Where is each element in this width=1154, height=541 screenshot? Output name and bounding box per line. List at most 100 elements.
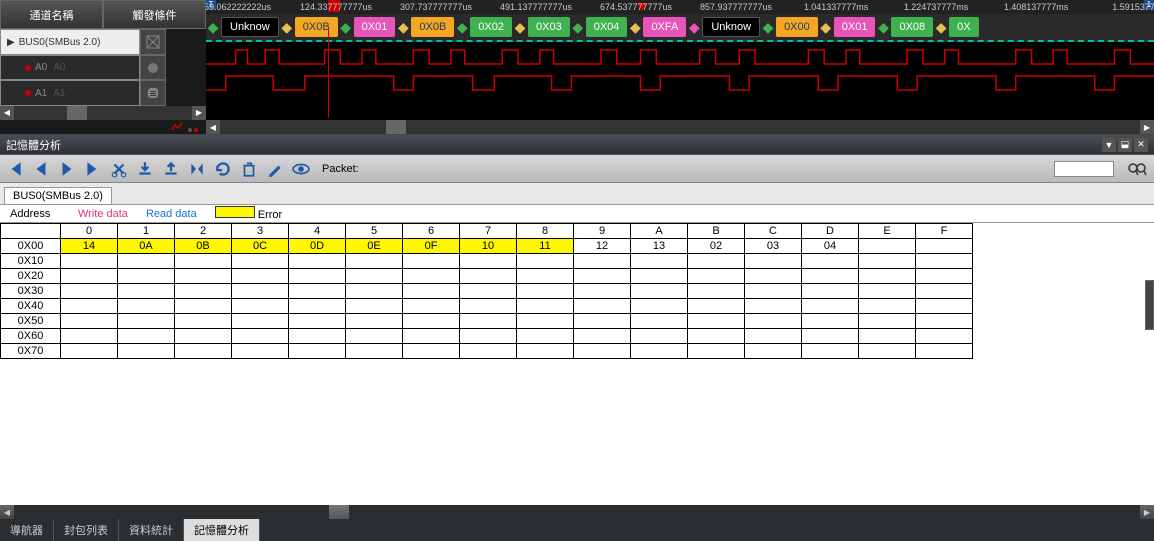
channel-header-trigger[interactable]: 觸發條件 bbox=[103, 0, 206, 29]
protocol-packet[interactable]: 0X04 bbox=[586, 17, 628, 37]
protocol-packet[interactable]: Unknow bbox=[221, 17, 279, 37]
timeline-tick: -59.062222222us bbox=[206, 2, 271, 12]
table-row[interactable]: 0X60 bbox=[1, 329, 973, 344]
protocol-packet[interactable]: 0X08 bbox=[891, 17, 933, 37]
channel-a0-idx: A0 bbox=[53, 62, 65, 73]
scroll-left-icon[interactable]: ◀ bbox=[206, 120, 220, 134]
protocol-packet[interactable]: 0X03 bbox=[528, 17, 570, 37]
last-button[interactable] bbox=[84, 160, 102, 178]
table-row[interactable]: 0X50 bbox=[1, 314, 973, 329]
first-button[interactable] bbox=[6, 160, 24, 178]
scroll-left-icon[interactable]: ◀ bbox=[0, 505, 14, 519]
bottom-tab-0[interactable]: 導航器 bbox=[0, 519, 54, 541]
protocol-decode-row[interactable]: ◆Unknow◆0X0B◆0X01◆0X0B◆0X02◆0X03◆0X04◆0X… bbox=[206, 14, 1154, 42]
panel-dropdown-btn[interactable]: ▼ bbox=[1102, 138, 1116, 152]
edit-button[interactable] bbox=[266, 160, 284, 178]
analysis-toolbar: Packet: bbox=[0, 155, 1154, 183]
channel-a1-idx: A1 bbox=[53, 88, 65, 99]
packet-sep-icon: ◆ bbox=[396, 17, 410, 37]
packet-sep-icon: ◆ bbox=[628, 17, 642, 37]
table-row[interactable]: 0X70 bbox=[1, 344, 973, 359]
channel-header-name[interactable]: 通道名稱 bbox=[0, 0, 103, 29]
timeline-tick: 1.224737777ms bbox=[904, 2, 969, 12]
protocol-packet[interactable]: 0XFA bbox=[643, 17, 686, 37]
view-button[interactable] bbox=[292, 160, 310, 178]
bottom-tab-3[interactable]: 記憶體分析 bbox=[184, 519, 260, 541]
waveform-area: 通道名稱 觸發條件 ▶ BUS0(SMBus 2.0) A0 A0 bbox=[0, 0, 1154, 135]
compare-button[interactable] bbox=[188, 160, 206, 178]
protocol-packet[interactable]: Unknow bbox=[702, 17, 760, 37]
table-row[interactable]: 0X10 bbox=[1, 254, 973, 269]
footer-icon-1[interactable] bbox=[170, 120, 184, 134]
legend-read: Read data bbox=[146, 208, 197, 220]
digital-a1 bbox=[206, 72, 1154, 94]
channel-bus0-trigger-btn[interactable] bbox=[140, 29, 166, 55]
timeline-tick: 124.337777777us bbox=[300, 2, 372, 12]
bottom-tabs: 導航器封包列表資料統計記憶體分析 bbox=[0, 519, 1154, 541]
protocol-packet[interactable]: 0X00 bbox=[776, 17, 818, 37]
digital-rows[interactable] bbox=[206, 42, 1154, 120]
refresh-button[interactable] bbox=[214, 160, 232, 178]
packet-sep-icon: ◆ bbox=[206, 17, 220, 37]
panel-pin-btn[interactable]: ⬓ bbox=[1118, 138, 1132, 152]
export-button[interactable] bbox=[162, 160, 180, 178]
analysis-panel-title: 記憶體分析 ▼ ⬓ ✕ bbox=[0, 135, 1154, 155]
waveform-panel: T 1 -59.062222222us124.337777777us307.73… bbox=[206, 0, 1154, 134]
protocol-packet[interactable]: 0X0B bbox=[411, 17, 454, 37]
packet-sep-icon: ◆ bbox=[819, 17, 833, 37]
scroll-left-icon[interactable]: ◀ bbox=[0, 106, 14, 120]
cursor-line[interactable] bbox=[328, 28, 329, 118]
next-button[interactable] bbox=[58, 160, 76, 178]
side-handle[interactable] bbox=[1145, 280, 1154, 330]
channel-a0[interactable]: A0 A0 bbox=[0, 55, 140, 81]
bottom-tab-2[interactable]: 資料統計 bbox=[119, 519, 184, 541]
import-button[interactable] bbox=[136, 160, 154, 178]
protocol-packet[interactable]: 0X02 bbox=[470, 17, 512, 37]
timeline[interactable]: T 1 -59.062222222us124.337777777us307.73… bbox=[206, 0, 1154, 14]
timeline-tick: 857.937777777us bbox=[700, 2, 772, 12]
bus-tab-0[interactable]: BUS0(SMBus 2.0) bbox=[4, 187, 112, 204]
packet-sep-icon: ◆ bbox=[571, 17, 585, 37]
scroll-right-icon[interactable]: ▶ bbox=[1140, 505, 1154, 519]
table-row[interactable]: 0X00140A0B0C0D0E0F10111213020304 bbox=[1, 239, 973, 254]
timeline-tick: 1.041337777ms bbox=[804, 2, 869, 12]
table-row[interactable]: 0X30 bbox=[1, 284, 973, 299]
packet-sep-icon: ◆ bbox=[934, 17, 948, 37]
protocol-packet[interactable]: 0X bbox=[949, 17, 978, 37]
search-button[interactable] bbox=[1128, 161, 1148, 177]
scroll-right-icon[interactable]: ▶ bbox=[192, 106, 206, 120]
table-row[interactable]: 0X20 bbox=[1, 269, 973, 284]
channel-bus0[interactable]: ▶ BUS0(SMBus 2.0) bbox=[0, 29, 140, 55]
protocol-packet[interactable]: 0X0B bbox=[295, 17, 338, 37]
packet-sep-icon: ◆ bbox=[455, 17, 469, 37]
prev-button[interactable] bbox=[32, 160, 50, 178]
packet-input[interactable] bbox=[1054, 161, 1114, 177]
channel-bus0-label: BUS0(SMBus 2.0) bbox=[19, 37, 101, 48]
bottom-tab-1[interactable]: 封包列表 bbox=[54, 519, 119, 541]
packet-sep-icon: ◆ bbox=[761, 17, 775, 37]
footer-icon-2[interactable] bbox=[186, 120, 200, 134]
protocol-packet[interactable]: 0X01 bbox=[834, 17, 876, 37]
channel-a1-trigger-btn[interactable] bbox=[140, 80, 166, 106]
protocol-packet[interactable]: 0X01 bbox=[354, 17, 396, 37]
timeline-tick: 674.537777777us bbox=[600, 2, 672, 12]
channel-panel: 通道名稱 觸發條件 ▶ BUS0(SMBus 2.0) A0 A0 bbox=[0, 0, 206, 134]
digital-a0 bbox=[206, 46, 1154, 68]
channel-a1[interactable]: A1 A1 bbox=[0, 80, 140, 106]
status-dot-icon bbox=[25, 90, 31, 96]
scroll-right-icon[interactable]: ▶ bbox=[1140, 120, 1154, 134]
cut-button[interactable] bbox=[110, 160, 128, 178]
panel-close-btn[interactable]: ✕ bbox=[1134, 138, 1148, 152]
delete-button[interactable] bbox=[240, 160, 258, 178]
channel-hscroll[interactable]: ◀ ▶ bbox=[0, 106, 206, 120]
packet-sep-icon: ◆ bbox=[687, 17, 701, 37]
waveform-hscroll[interactable]: ◀ ▶ bbox=[206, 120, 1154, 134]
memory-table[interactable]: 0123456789ABCDEF0X00140A0B0C0D0E0F101112… bbox=[0, 223, 973, 359]
memory-table-area[interactable]: 0123456789ABCDEF0X00140A0B0C0D0E0F101112… bbox=[0, 223, 1154, 505]
analysis-hscroll[interactable]: ◀ ▶ bbox=[0, 505, 1154, 519]
timeline-tick: 491.137777777us bbox=[500, 2, 572, 12]
timeline-tick: 1.408137777ms bbox=[1004, 2, 1069, 12]
channel-a0-trigger-btn[interactable] bbox=[140, 55, 166, 81]
table-row[interactable]: 0X40 bbox=[1, 299, 973, 314]
table-legend: Address Write data Read data Error bbox=[0, 205, 1154, 223]
